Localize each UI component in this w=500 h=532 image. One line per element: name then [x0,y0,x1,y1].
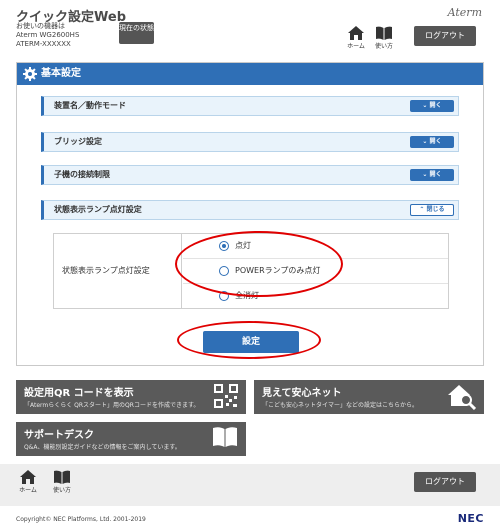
expand-button[interactable]: ⌄ 開く [410,169,454,181]
mieru-anshin-tile[interactable]: 見えて安心ネット 「こども安心ネットタイマー」などの設定はこちらから。 [254,380,484,414]
book-icon [213,427,237,447]
copyright: Copyright© NEC Platforms, Ltd. 2001-2019 [16,516,146,523]
tile-desc: 「Atermらくらく QRスタート」用のQRコードを作成できます。 [24,402,200,409]
radio-label: 全消灯 [235,291,259,300]
footer-home-nav[interactable]: ホーム [16,470,40,494]
collapse-button[interactable]: ⌃ 閉じる [410,204,454,216]
home-nav[interactable]: ホーム [344,26,368,50]
device-label: お使いの機器は [16,22,65,30]
lamp-settings-table: 状態表示ランプ点灯設定 点灯 POWERランプのみ点灯 全消灯 [53,233,449,309]
current-status-button[interactable]: 現在の状態 [119,22,154,44]
tile-title: 見えて安心ネット [262,388,342,399]
collapse-label: 閉じる [426,206,445,213]
tile-desc: 「こども安心ネットタイマー」などの設定はこちらから。 [262,402,419,409]
footer-help-nav[interactable]: 使い方 [50,470,74,494]
help-label: 使い方 [374,43,393,50]
section-client-limit[interactable]: 子機の接続制限 ⌄ 開く [41,165,459,185]
expand-button[interactable]: ⌄ 開く [410,136,454,148]
footer-bar: ホーム 使い方 ログアウト [0,464,500,506]
radio-option-all-off[interactable]: 全消灯 [183,284,448,309]
device-info: お使いの機器は Aterm WG2600HS ATERM-XXXXXX [16,22,79,49]
radio-button[interactable] [219,291,229,301]
expand-label: 開く [429,102,442,109]
book-icon [54,470,70,484]
support-desk-tile[interactable]: サポートデスク Q&A、機能別設定ガイドなどの情報をご案内しています。 [16,422,246,456]
aterm-logo: Aterm [447,6,482,19]
section-label: 状態表示ランプ点灯設定 [54,205,142,214]
section-device-name[interactable]: 装置名／動作モード ⌄ 開く [41,96,459,116]
qr-code-icon [214,384,238,408]
expand-button[interactable]: ⌄ 開く [410,100,454,112]
setting-label: 状態表示ランプ点灯設定 [54,234,182,308]
logout-button[interactable]: ログアウト [414,26,476,46]
radio-label: POWERランプのみ点灯 [235,266,321,275]
radio-button[interactable] [219,241,229,251]
basic-settings-panel: 基本設定 装置名／動作モード ⌄ 開く ブリッジ設定 ⌄ 開く 子機の接続制限 … [16,62,484,366]
radio-button[interactable] [219,266,229,276]
qr-code-tile[interactable]: 設定用QR コードを表示 「Atermらくらく QRスタート」用のQRコードを作… [16,380,246,414]
panel-header: 基本設定 [17,63,483,85]
help-label: 使い方 [52,487,71,494]
home-icon [348,26,364,40]
header: クイック設定Web お使いの機器は Aterm WG2600HS ATERM-X… [0,0,500,56]
tile-title: 設定用QR コードを表示 [24,388,134,399]
help-nav[interactable]: 使い方 [372,26,396,50]
gear-icon [23,67,37,81]
tile-title: サポートデスク [24,430,94,441]
panel-title: 基本設定 [41,68,81,79]
section-label: 装置名／動作モード [54,101,126,110]
house-search-icon [448,385,476,410]
device-id: ATERM-XXXXXX [16,40,71,48]
expand-label: 開く [429,138,442,145]
radio-option-power-only[interactable]: POWERランプのみ点灯 [183,259,448,284]
home-label: ホーム [347,43,365,50]
section-bridge[interactable]: ブリッジ設定 ⌄ 開く [41,132,459,152]
expand-label: 開く [429,171,442,178]
home-label: ホーム [19,487,37,494]
device-model: Aterm WG2600HS [16,31,80,39]
tile-desc: Q&A、機能別設定ガイドなどの情報をご案内しています。 [24,444,181,451]
submit-button[interactable]: 設定 [203,331,299,353]
book-icon [376,26,392,40]
section-label: 子機の接続制限 [54,170,110,179]
radio-label: 点灯 [235,241,251,250]
radio-option-on[interactable]: 点灯 [183,234,448,259]
section-lamp-setting[interactable]: 状態表示ランプ点灯設定 ⌃ 閉じる [41,200,459,220]
home-icon [20,470,36,484]
section-label: ブリッジ設定 [54,137,102,146]
footer-logout-button[interactable]: ログアウト [414,472,476,492]
nec-logo: NEC [457,512,484,525]
